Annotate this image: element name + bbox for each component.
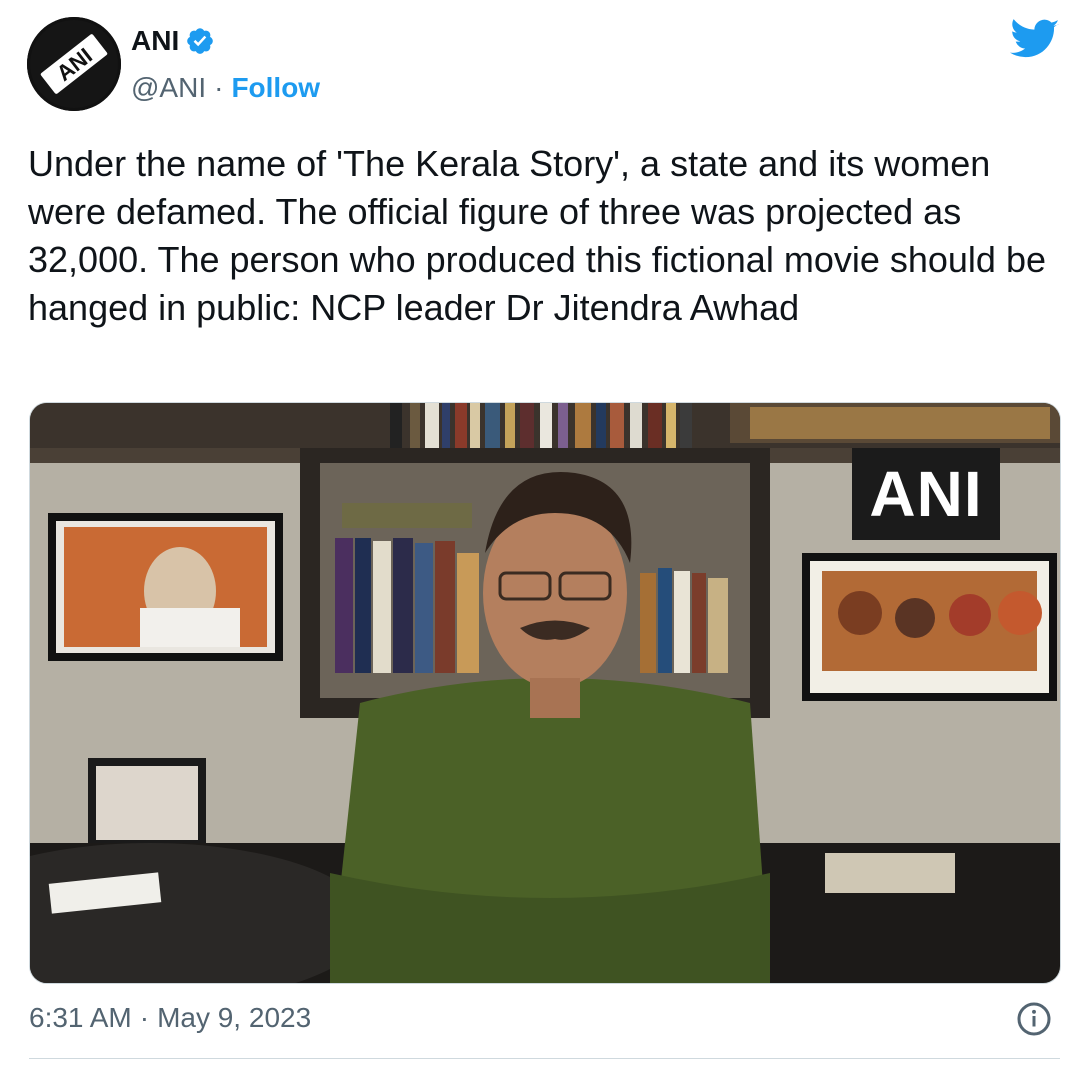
verified-badge-icon <box>187 28 214 54</box>
handle-row: @ANI · Follow <box>131 70 320 106</box>
left-photo-frame <box>48 513 283 661</box>
info-icon[interactable] <box>1016 1001 1052 1037</box>
top-bookshelf <box>30 403 1060 448</box>
tweet-card: ANI ANI @ANI · Follow Under the name of … <box>0 0 1088 1066</box>
timestamp-separator: · <box>139 1002 150 1033</box>
tweet-text: Under the name of 'The Kerala Story', a … <box>28 143 1046 328</box>
avatar[interactable]: ANI <box>27 17 121 111</box>
tweet-media-image[interactable]: ANI <box>29 402 1061 984</box>
right-photo-frame <box>802 553 1057 701</box>
timestamp[interactable]: 6:31 AM · May 9, 2023 <box>29 1000 311 1036</box>
handle-separator: · <box>214 72 224 103</box>
twitter-bird-icon[interactable] <box>1010 18 1060 62</box>
footer-divider <box>29 1058 1060 1059</box>
tweet-date[interactable]: May 9, 2023 <box>157 1000 311 1036</box>
author-handle[interactable]: @ANI <box>131 70 206 106</box>
tweet-time[interactable]: 6:31 AM <box>29 1000 132 1036</box>
author-name[interactable]: ANI <box>131 23 179 59</box>
ani-logo: ANI <box>27 17 121 111</box>
follow-button[interactable]: Follow <box>231 70 320 106</box>
ani-watermark: ANI <box>852 448 1000 540</box>
author-name-row[interactable]: ANI <box>131 23 215 59</box>
